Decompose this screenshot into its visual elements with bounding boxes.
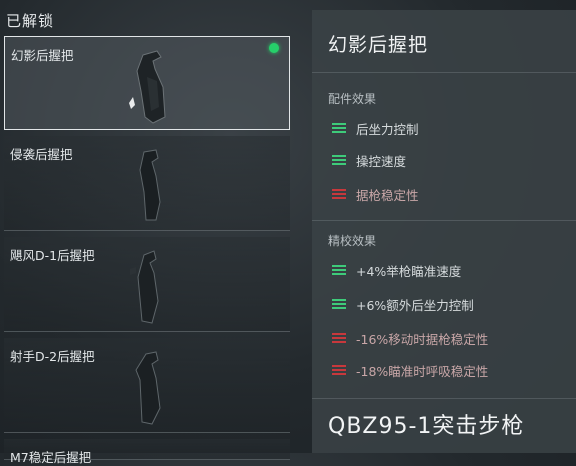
stat-row: -18%瞄准时呼吸稳定性 — [332, 362, 489, 379]
stat-text: -18%瞄准时呼吸稳定性 — [356, 363, 489, 379]
stat-row: 后坐力控制 — [332, 120, 419, 137]
stat-row: -16%移动时据枪稳定性 — [332, 330, 489, 347]
rear-grip-icon — [139, 149, 161, 221]
grip-item-label: M7稳定后握把 — [10, 450, 92, 465]
negative-bars-icon — [332, 333, 346, 343]
positive-bars-icon — [332, 265, 346, 275]
section-title: 已解锁 — [6, 12, 55, 30]
negative-bars-icon — [332, 365, 346, 375]
grip-list: 幻影后握把 侵袭后握把 飓风D-1后握把 射手D-2后握把 M7稳定后握把 — [4, 36, 292, 466]
stat-text: +6%额外后坐力控制 — [356, 297, 474, 313]
positive-bars-icon — [332, 123, 346, 133]
stat-row: +4%举枪瞄准速度 — [332, 262, 462, 279]
stat-row: 据枪稳定性 — [332, 186, 419, 203]
grip-item-m7[interactable]: M7稳定后握把 — [4, 439, 290, 465]
stat-text: 后坐力控制 — [356, 121, 419, 137]
positive-bars-icon — [332, 155, 346, 165]
stat-text: -16%移动时据枪稳定性 — [356, 331, 489, 347]
grip-item-label: 射手D-2后握把 — [10, 349, 95, 364]
detail-title: 幻影后握把 — [328, 34, 429, 56]
grip-item-label: 侵袭后握把 — [10, 147, 73, 162]
stat-row: 操控速度 — [332, 152, 407, 169]
rear-grip-icon — [130, 250, 159, 324]
stat-row: +6%额外后坐力控制 — [332, 296, 474, 313]
grip-item-label: 幻影后握把 — [11, 48, 74, 63]
divider — [312, 398, 576, 399]
rear-grip-icon — [135, 351, 161, 425]
stat-text: +4%举枪瞄准速度 — [356, 263, 462, 279]
grip-item-hurricane[interactable]: 飓风D-1后握把 — [4, 237, 290, 332]
stat-text: 据枪稳定性 — [356, 187, 419, 203]
negative-bars-icon — [332, 189, 346, 199]
calibration-effects-title: 精校效果 — [328, 234, 377, 248]
grip-item-raid[interactable]: 侵袭后握把 — [4, 136, 290, 231]
grip-item-marksman[interactable]: 射手D-2后握把 — [4, 338, 290, 433]
positive-bars-icon — [332, 299, 346, 309]
grip-item-phantom[interactable]: 幻影后握把 — [4, 36, 290, 130]
equipped-indicator-icon — [269, 43, 279, 53]
weapon-name: QBZ95-1突击步枪 — [328, 414, 525, 439]
attachment-effects-title: 配件效果 — [328, 92, 377, 106]
grip-item-label: 飓风D-1后握把 — [10, 248, 95, 263]
rear-grip-icon — [129, 50, 166, 124]
divider — [312, 72, 576, 73]
divider — [312, 220, 576, 221]
detail-panel: 幻影后握把 配件效果 后坐力控制 操控速度 据枪稳定性 精校效果 +4%举枪瞄准… — [312, 10, 576, 453]
stat-text: 操控速度 — [356, 153, 407, 169]
